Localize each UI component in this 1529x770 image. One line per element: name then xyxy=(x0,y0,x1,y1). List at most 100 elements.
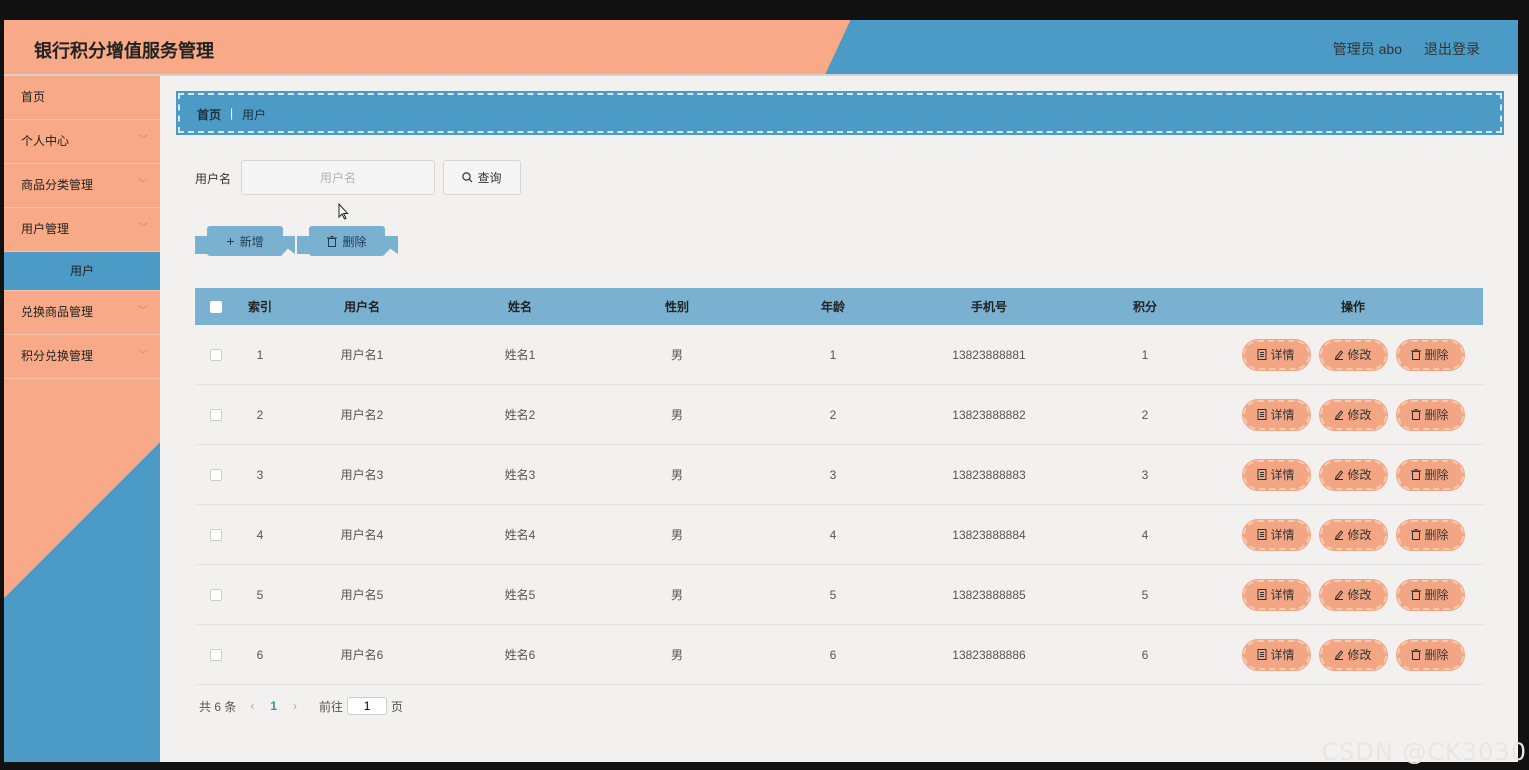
cell-sex: 男 xyxy=(670,348,683,362)
goto-page-input[interactable] xyxy=(347,697,388,715)
breadcrumb-home[interactable]: 首页 xyxy=(197,106,221,123)
app-window: 银行积分增值服务管理 管理员 abo 退出登录 首页 个人中心 ﹀ 商品分类管理 ﹀ 用户… xyxy=(4,20,1518,762)
detail-button[interactable]: 详情 xyxy=(1241,578,1311,611)
sidebar-subitem[interactable]: 用户 xyxy=(4,252,160,291)
table-row: 4 用户名4 姓名4 男 4 13823888884 4 详情 修改 删除 xyxy=(195,505,1483,565)
next-page-icon[interactable]: › xyxy=(293,699,297,713)
delete-button[interactable]: 删除 xyxy=(1395,638,1465,671)
breadcrumb-separator: | xyxy=(230,106,234,120)
row-checkbox[interactable] xyxy=(210,468,222,481)
query-button[interactable]: 查询 xyxy=(443,160,521,195)
chevron-down-icon: ﹀ xyxy=(138,306,148,317)
document-icon xyxy=(1257,349,1267,360)
detail-button-label: 详情 xyxy=(1270,528,1295,542)
chevron-down-icon: ﹀ xyxy=(138,179,148,190)
document-icon xyxy=(1257,409,1267,420)
trash-icon xyxy=(1411,469,1422,480)
admin-label: 管理员 abo xyxy=(1332,41,1402,57)
select-all-checkbox[interactable] xyxy=(210,300,222,313)
detail-button[interactable]: 详情 xyxy=(1241,398,1311,431)
edit-button[interactable]: 修改 xyxy=(1318,398,1388,431)
search-icon xyxy=(462,172,473,183)
pencil-icon xyxy=(1334,469,1344,480)
delete-button[interactable]: 删除 xyxy=(1395,398,1465,431)
prev-page-icon[interactable]: ‹ xyxy=(250,699,254,713)
delete-button-label: 删除 xyxy=(1424,528,1449,542)
chevron-down-icon: ﹀ xyxy=(138,350,148,361)
edit-button-label: 修改 xyxy=(1347,408,1372,422)
row-select-cell xyxy=(195,408,237,421)
edit-button[interactable]: 修改 xyxy=(1318,578,1388,611)
sidebar-item[interactable]: 个人中心 ﹀ xyxy=(4,120,160,164)
detail-button[interactable]: 详情 xyxy=(1241,338,1311,371)
header-operations: 操作 xyxy=(1340,300,1365,314)
cell-username: 用户名2 xyxy=(340,408,384,422)
pencil-icon xyxy=(1334,529,1344,540)
cell-sex: 男 xyxy=(670,588,683,602)
cell-phone: 13823888885 xyxy=(952,587,1026,602)
trash-icon xyxy=(1411,349,1422,360)
edit-button[interactable]: 修改 xyxy=(1318,458,1388,491)
row-operations: 详情 修改 删除 xyxy=(1223,338,1483,371)
cell-age: 6 xyxy=(829,647,837,662)
plus-icon: + xyxy=(226,233,235,249)
header-points: 积分 xyxy=(1132,300,1157,314)
table-row: 5 用户名5 姓名5 男 5 13823888885 5 详情 修改 删除 xyxy=(195,565,1483,625)
header-sex: 性别 xyxy=(664,300,689,314)
delete-button[interactable]: 删除 xyxy=(1395,518,1465,551)
row-operations: 详情 修改 删除 xyxy=(1223,518,1483,551)
row-select-cell xyxy=(195,348,237,361)
edit-button[interactable]: 修改 xyxy=(1318,638,1388,671)
add-button[interactable]: + 新增 xyxy=(207,226,283,256)
page-number[interactable]: 1 xyxy=(270,699,277,713)
cell-username: 用户名6 xyxy=(340,648,384,662)
add-ribbon-tail xyxy=(195,236,207,254)
detail-button-label: 详情 xyxy=(1270,468,1295,482)
delete-button[interactable]: 删除 xyxy=(1395,458,1465,491)
sidebar-item-label: 首页 xyxy=(21,90,46,104)
detail-button[interactable]: 详情 xyxy=(1241,638,1311,671)
row-operations: 详情 修改 删除 xyxy=(1223,458,1483,491)
table-row: 2 用户名2 姓名2 男 2 13823888882 2 详情 修改 删除 xyxy=(195,385,1483,445)
pencil-icon xyxy=(1334,349,1344,360)
sidebar-item[interactable]: 用户管理 ﹀ xyxy=(4,208,160,252)
cell-index: 6 xyxy=(256,647,264,662)
delete-button[interactable]: 删除 xyxy=(1395,338,1465,371)
row-checkbox[interactable] xyxy=(210,348,222,361)
cell-phone: 13823888882 xyxy=(952,407,1026,422)
chevron-down-icon: ﹀ xyxy=(138,223,148,234)
edit-button[interactable]: 修改 xyxy=(1318,518,1388,551)
add-button-label: 新增 xyxy=(239,234,264,249)
detail-button[interactable]: 详情 xyxy=(1241,458,1311,491)
row-checkbox[interactable] xyxy=(210,648,222,661)
sidebar-item[interactable]: 兑换商品管理 ﹀ xyxy=(4,291,160,335)
document-icon xyxy=(1257,649,1267,660)
detail-button-label: 详情 xyxy=(1270,348,1295,362)
username-search-input[interactable] xyxy=(241,160,435,195)
trash-icon xyxy=(1411,529,1422,540)
edit-button[interactable]: 修改 xyxy=(1318,338,1388,371)
sidebar-item-label: 兑换商品管理 xyxy=(21,305,94,319)
pencil-icon xyxy=(1334,589,1344,600)
delete-button-label: 删除 xyxy=(1424,348,1449,362)
bulk-delete-button[interactable]: 删除 xyxy=(309,226,385,256)
trash-icon xyxy=(1411,589,1422,600)
delete-button[interactable]: 删除 xyxy=(1395,578,1465,611)
cell-points: 5 xyxy=(1141,587,1149,602)
bulk-delete-label: 删除 xyxy=(342,234,367,249)
row-operations: 详情 修改 删除 xyxy=(1223,578,1483,611)
cell-phone: 13823888883 xyxy=(952,467,1026,482)
detail-button[interactable]: 详情 xyxy=(1241,518,1311,551)
row-checkbox[interactable] xyxy=(210,408,222,421)
cell-sex: 男 xyxy=(670,648,683,662)
sidebar-item[interactable]: 积分兑换管理 ﹀ xyxy=(4,335,160,379)
table-row: 3 用户名3 姓名3 男 3 13823888883 3 详情 修改 删除 xyxy=(195,445,1483,505)
sidebar-item[interactable]: 首页 xyxy=(4,76,160,120)
sidebar-item[interactable]: 商品分类管理 ﹀ xyxy=(4,164,160,208)
logout-link[interactable]: 退出登录 xyxy=(1424,39,1480,59)
header-divider xyxy=(4,74,1518,76)
edit-button-label: 修改 xyxy=(1347,348,1372,362)
row-checkbox[interactable] xyxy=(210,528,222,541)
cell-sex: 男 xyxy=(670,408,683,422)
row-checkbox[interactable] xyxy=(210,588,222,601)
